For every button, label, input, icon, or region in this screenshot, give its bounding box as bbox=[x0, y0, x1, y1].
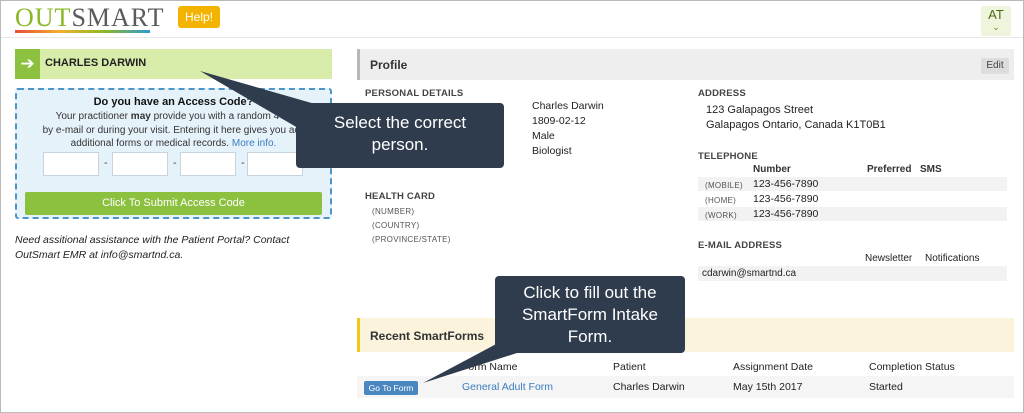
health-card-number-label: (NUMBER) bbox=[372, 207, 415, 216]
arrow-right-icon: ➔ bbox=[15, 49, 40, 79]
recent-smartforms-header: Recent SmartForms bbox=[357, 318, 1014, 352]
help-button[interactable]: Help! bbox=[178, 6, 220, 28]
table-row bbox=[698, 177, 1007, 191]
patient-full-name: Charles Darwin bbox=[532, 100, 604, 112]
more-info-link[interactable]: More info. bbox=[232, 138, 276, 149]
forms-col-completion-status: Completion Status bbox=[869, 361, 955, 373]
assistance-text: Need assitional assistance with the Pati… bbox=[15, 234, 290, 261]
phone-col-sms: SMS bbox=[920, 164, 942, 175]
table-row bbox=[357, 376, 1014, 398]
patient-gender: Male bbox=[532, 130, 555, 142]
go-to-form-button[interactable]: Go To Form bbox=[364, 381, 418, 395]
user-menu-button[interactable]: AT ⌄ bbox=[981, 6, 1011, 36]
phone-col-preferred: Preferred bbox=[867, 164, 912, 175]
patient-name: CHARLES DARWIN bbox=[45, 57, 147, 69]
access-code-panel: Do you have an Access Code? Your practit… bbox=[15, 88, 332, 219]
health-card-province-label: (PROVINCE/STATE) bbox=[372, 235, 451, 244]
email-col-newsletter: Newsletter bbox=[865, 253, 913, 264]
form-patient: Charles Darwin bbox=[613, 381, 685, 393]
logo-underline bbox=[15, 30, 150, 33]
access-code-input-2[interactable] bbox=[112, 152, 168, 176]
outsmart-logo[interactable]: OUTSMART bbox=[15, 3, 164, 33]
phone-number-work: 123-456-7890 bbox=[753, 208, 819, 220]
patient-selector[interactable]: ➔ CHARLES DARWIN bbox=[15, 49, 332, 79]
access-code-input-1[interactable] bbox=[43, 152, 99, 176]
phone-type-work: (WORK) bbox=[705, 211, 738, 220]
phone-number-home: 123-456-7890 bbox=[753, 193, 819, 205]
edit-profile-button[interactable]: Edit bbox=[981, 58, 1009, 74]
code-dash: - bbox=[104, 157, 108, 169]
table-row bbox=[698, 207, 1007, 221]
personal-details-heading: PERSONAL DETAILS bbox=[365, 88, 464, 99]
patient-dob: 1809-02-12 bbox=[532, 115, 586, 127]
submit-access-code-button[interactable]: Click To Submit Access Code bbox=[25, 192, 322, 215]
forms-col-form-name: Form Name bbox=[462, 361, 518, 373]
patient-occupation: Biologist bbox=[532, 145, 572, 157]
address-heading: ADDRESS bbox=[698, 88, 746, 99]
address-line-1: 123 Galapagos Street bbox=[706, 104, 814, 116]
phone-col-number: Number bbox=[753, 164, 791, 175]
user-initials: AT bbox=[988, 7, 1004, 22]
code-dash: - bbox=[173, 157, 177, 169]
email-address: cdarwin@smartnd.ca bbox=[702, 268, 797, 279]
forms-col-assignment-date: Assignment Date bbox=[733, 361, 813, 373]
phone-type-home: (HOME) bbox=[705, 196, 737, 205]
profile-header: Profile Edit bbox=[357, 49, 1014, 80]
email-col-notifications: Notifications bbox=[925, 253, 980, 264]
access-code-input-4[interactable] bbox=[247, 152, 303, 176]
callout-fill-form: Click to fill out the SmartForm Intake F… bbox=[495, 276, 685, 353]
health-card-heading: HEALTH CARD bbox=[365, 191, 436, 202]
form-assignment-date: May 15th 2017 bbox=[733, 381, 803, 393]
recent-smartforms-title: Recent SmartForms bbox=[370, 329, 485, 343]
access-code-title: Do you have an Access Code? bbox=[93, 96, 254, 108]
health-card-country-label: (COUNTRY) bbox=[372, 221, 420, 230]
email-heading: E-MAIL ADDRESS bbox=[698, 240, 783, 251]
profile-title: Profile bbox=[370, 58, 408, 72]
address-line-2: Galapagos Ontario, Canada K1T0B1 bbox=[706, 119, 886, 131]
form-completion-status: Started bbox=[869, 381, 903, 393]
code-dash: - bbox=[241, 157, 245, 169]
access-code-description: Your practitioner may provide you with a… bbox=[42, 111, 305, 149]
chevron-down-icon: ⌄ bbox=[992, 22, 1000, 32]
access-code-input-3[interactable] bbox=[180, 152, 236, 176]
logo-text-out: OUT bbox=[15, 3, 72, 32]
forms-col-patient: Patient bbox=[613, 361, 646, 373]
telephone-heading: TELEPHONE bbox=[698, 151, 758, 162]
logo-text-smart: SMART bbox=[71, 3, 165, 32]
phone-type-mobile: (MOBILE) bbox=[705, 181, 743, 190]
form-name-link[interactable]: General Adult Form bbox=[462, 381, 553, 393]
header-divider bbox=[1, 37, 1023, 38]
callout-select-person: Select the correct person. bbox=[296, 103, 504, 168]
phone-number-mobile: 123-456-7890 bbox=[753, 178, 819, 190]
